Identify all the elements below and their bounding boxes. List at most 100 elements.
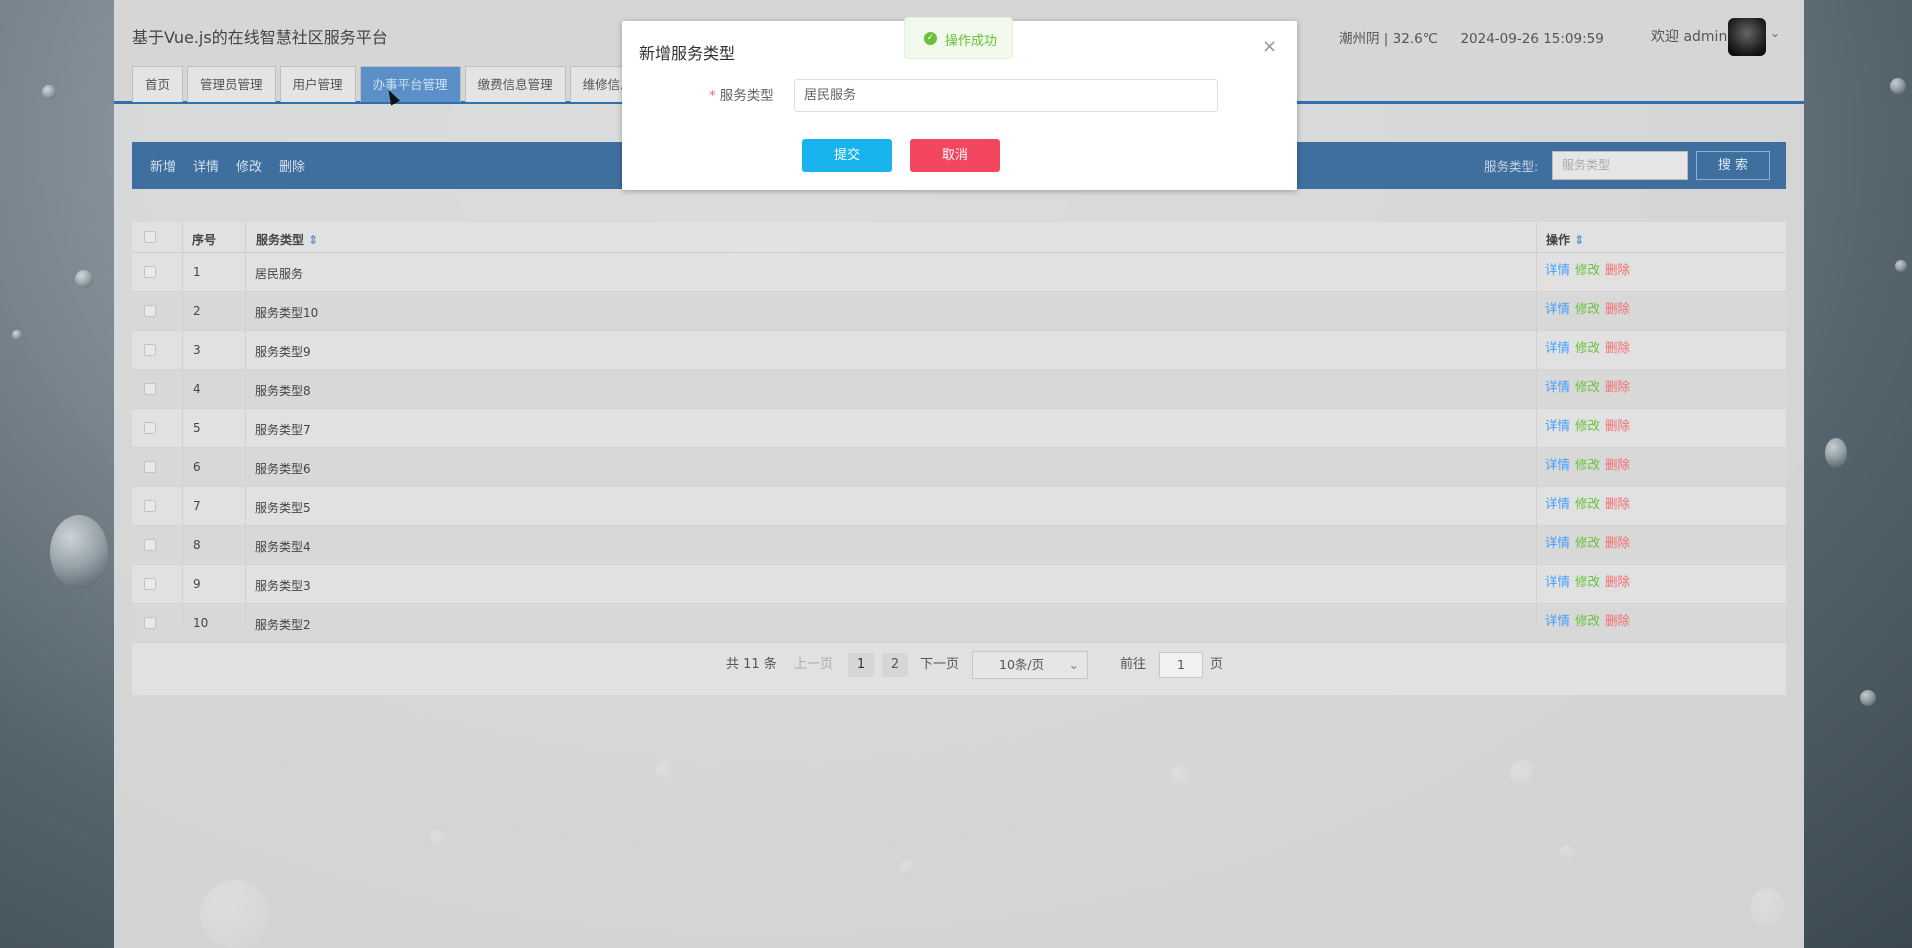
row-detail-link[interactable]: 详情	[1545, 532, 1570, 551]
row-detail-link[interactable]: 详情	[1545, 337, 1570, 356]
row-delete-link[interactable]: 删除	[1605, 259, 1630, 278]
row-detail-link[interactable]: 详情	[1545, 610, 1570, 629]
row-delete-link[interactable]: 删除	[1605, 415, 1630, 434]
tab-user-management[interactable]: 用户管理	[279, 66, 356, 102]
row-index: 5	[193, 421, 201, 435]
header-actions[interactable]: 操作 ⇕	[1546, 231, 1584, 248]
row-index: 2	[193, 304, 201, 318]
add-button[interactable]: 新增	[150, 156, 176, 175]
toast-message: 操作成功	[945, 34, 998, 49]
service-type-table: 序号 服务类型 ⇕ 操作 ⇕ 1 居民服务 详情 修改 删除 2 服务类型10 详情 修改 删除 3…	[132, 222, 1786, 695]
page-2-button[interactable]: 2	[882, 653, 908, 677]
pagination-total: 共 11 条	[726, 657, 777, 672]
prev-page-button[interactable]: 上一页	[794, 653, 833, 677]
row-service-type: 服务类型10	[255, 306, 319, 320]
next-page-button[interactable]: 下一页	[920, 653, 959, 677]
row-checkbox[interactable]	[144, 617, 156, 629]
tab-payment-management[interactable]: 缴费信息管理	[464, 66, 566, 102]
tab-home[interactable]: 首页	[132, 66, 184, 102]
row-edit-link[interactable]: 修改	[1575, 415, 1600, 434]
search-input[interactable]: 服务类型	[1552, 151, 1688, 180]
service-type-label: * 服务类型	[709, 84, 774, 104]
service-type-input[interactable]: 居民服务	[794, 79, 1218, 112]
detail-button[interactable]: 详情	[193, 156, 219, 175]
row-checkbox[interactable]	[144, 539, 156, 551]
table-row[interactable]: 3 服务类型9 详情 修改 删除	[132, 331, 1786, 370]
row-edit-link[interactable]: 修改	[1575, 610, 1600, 629]
row-edit-link[interactable]: 修改	[1575, 454, 1600, 473]
row-delete-link[interactable]: 删除	[1605, 298, 1630, 317]
avatar[interactable]	[1728, 18, 1766, 56]
row-service-type: 服务类型9	[255, 345, 311, 359]
table-row[interactable]: 4 服务类型8 详情 修改 删除	[132, 370, 1786, 409]
row-index: 9	[193, 577, 201, 591]
row-service-type: 服务类型3	[255, 579, 311, 593]
row-checkbox[interactable]	[144, 305, 156, 317]
header-service-type[interactable]: 服务类型 ⇕	[256, 231, 318, 248]
row-delete-link[interactable]: 删除	[1605, 337, 1630, 356]
close-icon[interactable]: ×	[1262, 36, 1277, 57]
table-row[interactable]: 9 服务类型3 详情 修改 删除	[132, 565, 1786, 604]
row-checkbox[interactable]	[144, 266, 156, 278]
row-delete-link[interactable]: 删除	[1605, 610, 1630, 629]
header-actions-label: 操作	[1546, 233, 1571, 247]
row-checkbox[interactable]	[144, 500, 156, 512]
select-all-checkbox[interactable]	[144, 231, 156, 243]
row-delete-link[interactable]: 删除	[1605, 493, 1630, 512]
table-row[interactable]: 1 居民服务 详情 修改 删除	[132, 253, 1786, 292]
row-delete-link[interactable]: 删除	[1605, 571, 1630, 590]
row-index: 4	[193, 382, 201, 396]
submit-button[interactable]: 提交	[802, 139, 892, 172]
row-delete-link[interactable]: 删除	[1605, 454, 1630, 473]
tab-admin-management[interactable]: 管理员管理	[187, 66, 276, 102]
row-detail-link[interactable]: 详情	[1545, 298, 1570, 317]
row-edit-link[interactable]: 修改	[1575, 532, 1600, 551]
edit-button[interactable]: 修改	[236, 156, 262, 175]
row-service-type: 服务类型6	[255, 462, 311, 476]
page-1-button[interactable]: 1	[848, 653, 874, 677]
delete-button[interactable]: 删除	[279, 156, 305, 175]
tab-service-platform-management[interactable]: 办事平台管理	[359, 66, 461, 102]
goto-page-input[interactable]: 1	[1159, 652, 1203, 678]
row-edit-link[interactable]: 修改	[1575, 259, 1600, 278]
row-checkbox[interactable]	[144, 578, 156, 590]
table-row[interactable]: 5 服务类型7 详情 修改 删除	[132, 409, 1786, 448]
row-edit-link[interactable]: 修改	[1575, 376, 1600, 395]
weather-info: 潮州阴 | 32.6℃	[1339, 31, 1438, 47]
row-index: 3	[193, 343, 201, 357]
row-service-type: 服务类型5	[255, 501, 311, 515]
page-size-select[interactable]: 10条/页 ⌄	[972, 651, 1088, 679]
row-service-type: 居民服务	[255, 267, 304, 281]
row-detail-link[interactable]: 详情	[1545, 493, 1570, 512]
cancel-button[interactable]: 取消	[910, 139, 1000, 172]
table-row[interactable]: 7 服务类型5 详情 修改 删除	[132, 487, 1786, 526]
row-checkbox[interactable]	[144, 383, 156, 395]
table-row[interactable]: 2 服务类型10 详情 修改 删除	[132, 292, 1786, 331]
row-detail-link[interactable]: 详情	[1545, 376, 1570, 395]
row-edit-link[interactable]: 修改	[1575, 298, 1600, 317]
table-row[interactable]: 8 服务类型4 详情 修改 删除	[132, 526, 1786, 565]
row-detail-link[interactable]: 详情	[1545, 571, 1570, 590]
search-button[interactable]: 搜 索	[1696, 151, 1770, 180]
table-row[interactable]: 6 服务类型6 详情 修改 删除	[132, 448, 1786, 487]
row-delete-link[interactable]: 删除	[1605, 376, 1630, 395]
table-row[interactable]: 10 服务类型2 详情 修改 删除	[132, 604, 1786, 643]
row-index: 6	[193, 460, 201, 474]
row-checkbox[interactable]	[144, 344, 156, 356]
row-index: 10	[193, 616, 209, 630]
pagination: 共 11 条 上一页 1 2 下一页 10条/页 ⌄ 前往 1 页	[132, 650, 1786, 679]
row-delete-link[interactable]: 删除	[1605, 532, 1630, 551]
row-checkbox[interactable]	[144, 422, 156, 434]
row-detail-link[interactable]: 详情	[1545, 259, 1570, 278]
sort-icon[interactable]: ⇕	[1574, 233, 1584, 247]
sort-icon[interactable]: ⇕	[308, 233, 318, 247]
row-index: 7	[193, 499, 201, 513]
row-edit-link[interactable]: 修改	[1575, 337, 1600, 356]
row-checkbox[interactable]	[144, 461, 156, 473]
row-detail-link[interactable]: 详情	[1545, 454, 1570, 473]
row-edit-link[interactable]: 修改	[1575, 493, 1600, 512]
chevron-down-icon[interactable]: ⌄	[1770, 26, 1780, 40]
row-edit-link[interactable]: 修改	[1575, 571, 1600, 590]
service-type-label-text: 服务类型	[719, 88, 774, 104]
row-detail-link[interactable]: 详情	[1545, 415, 1570, 434]
